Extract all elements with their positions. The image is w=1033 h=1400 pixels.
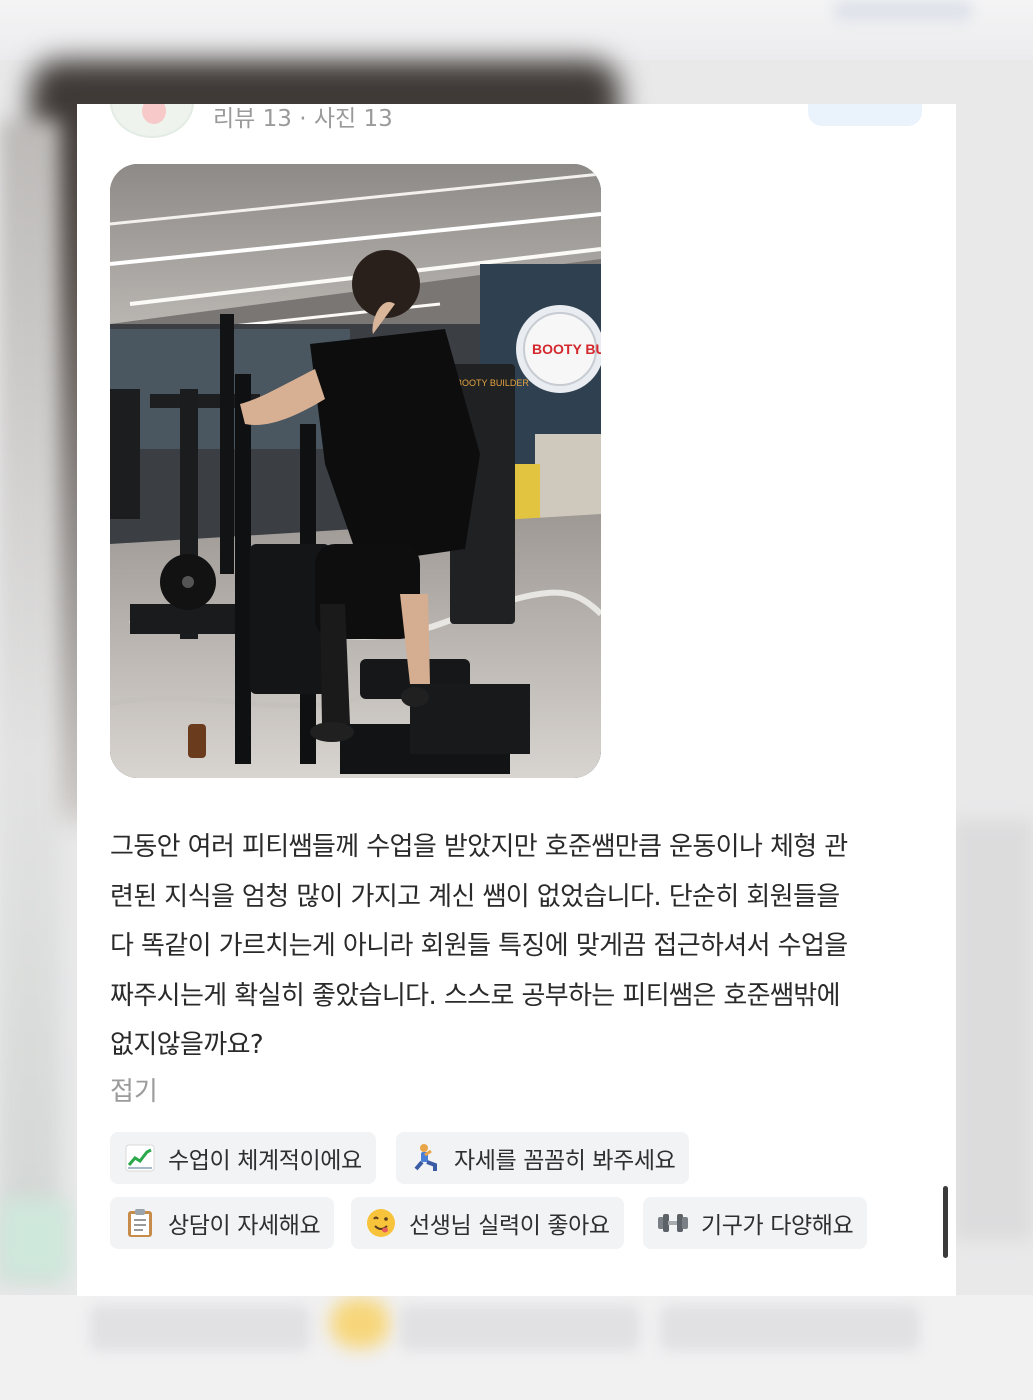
yummy-face-icon: [365, 1207, 397, 1239]
tag-systematic-class: 수업이 체계적이에요: [110, 1132, 376, 1184]
fold-button[interactable]: 접기: [110, 1074, 158, 1110]
dumbbell-icon: [657, 1207, 689, 1239]
tag-posture-check: 자세를 꼼꼼히 봐주세요: [396, 1132, 690, 1184]
tag-various-equipment: 기구가 다양해요: [643, 1197, 868, 1249]
lunge-person-icon: [410, 1142, 442, 1174]
review-photo[interactable]: BOOTY BUILDER BOOTY BUILDER: [110, 164, 601, 778]
tag-detailed-consult: 상담이 자세해요: [110, 1197, 335, 1249]
tag-skilled-teacher: 선생님 실력이 좋아요: [351, 1197, 624, 1249]
scrollbar-thumb[interactable]: [943, 1186, 948, 1258]
tag-label: 수업이 체계적이에요: [168, 1148, 362, 1174]
gym-sign-text: BOOTY BUILDER: [532, 341, 601, 357]
clipboard-icon: [124, 1207, 156, 1239]
tag-label: 자세를 꼼꼼히 봐주세요: [454, 1148, 676, 1174]
machine-label: BOOTY BUILDER: [456, 378, 529, 388]
tag-label: 상담이 자세해요: [168, 1213, 321, 1239]
chart-up-icon: [124, 1142, 156, 1174]
reviewer-meta: 리뷰 13 · 사진 13: [213, 106, 393, 132]
tag-label: 기구가 다양해요: [701, 1213, 854, 1239]
reviewer-avatar[interactable]: [110, 104, 194, 138]
tag-label: 선생님 실력이 좋아요: [409, 1213, 610, 1239]
review-text: 그동안 여러 피티쌤들께 수업을 받았지만 호준쌤만큼 운동이나 체형 관 련된…: [110, 832, 848, 1060]
follow-button[interactable]: [808, 104, 922, 126]
review-card: 리뷰 13 · 사진 13 BOOTY BU BOOTY BUILDER 그동안…: [77, 104, 956, 1296]
